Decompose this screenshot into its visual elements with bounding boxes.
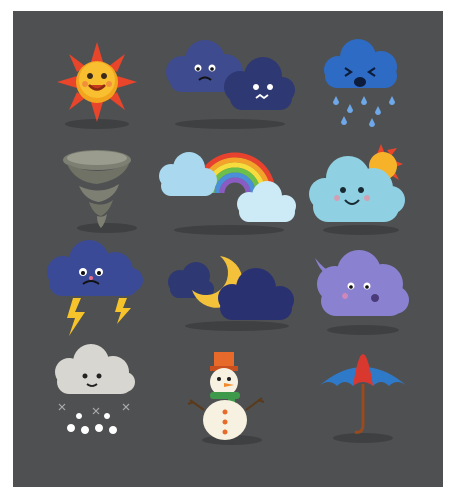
umbrella-icon [303, 348, 423, 448]
happy-cloud-with-sun-icon [303, 138, 423, 238]
angry-thunder-cloud-icon [37, 238, 162, 338]
snowman-icon [170, 348, 290, 448]
snow-cloud-icon [37, 344, 157, 448]
smiling-sun-icon [37, 32, 157, 132]
rainbow-with-clouds-icon [157, 138, 302, 238]
crescent-moon-night-clouds-icon [162, 238, 302, 338]
two-sad-storm-clouds-icon [160, 32, 300, 132]
tornado-icon [37, 138, 157, 238]
crying-rain-cloud-icon [303, 32, 423, 132]
blowing-wind-cloud-icon [303, 238, 423, 338]
